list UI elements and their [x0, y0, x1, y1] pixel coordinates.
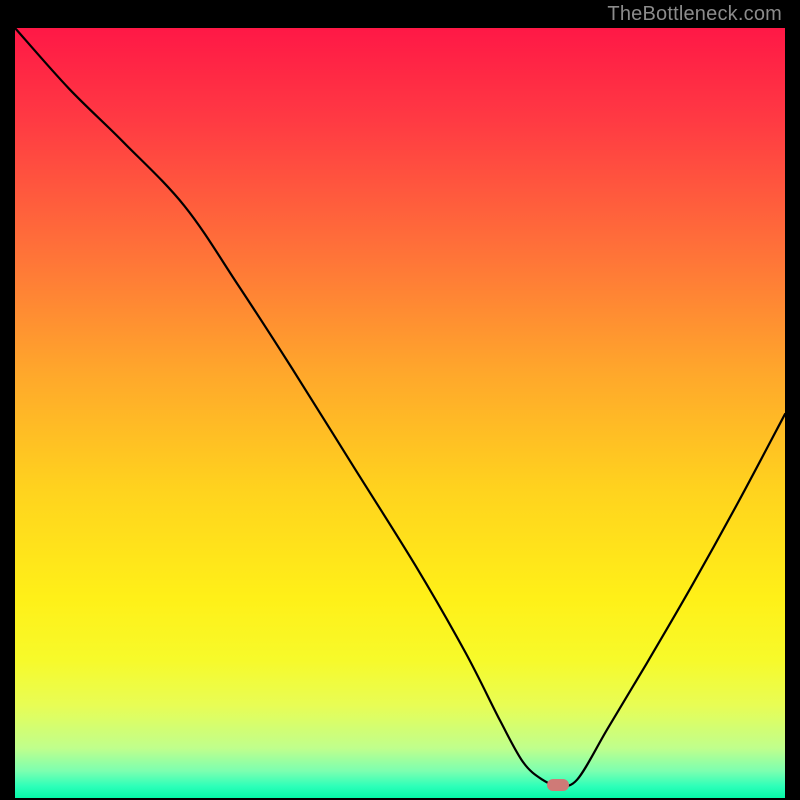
plot-area [15, 28, 785, 785]
chart-frame: TheBottleneck.com [0, 0, 800, 800]
watermark-text: TheBottleneck.com [607, 3, 782, 26]
optimal-marker [547, 779, 569, 791]
bottleneck-curve [15, 28, 785, 786]
curve-svg [15, 28, 785, 785]
